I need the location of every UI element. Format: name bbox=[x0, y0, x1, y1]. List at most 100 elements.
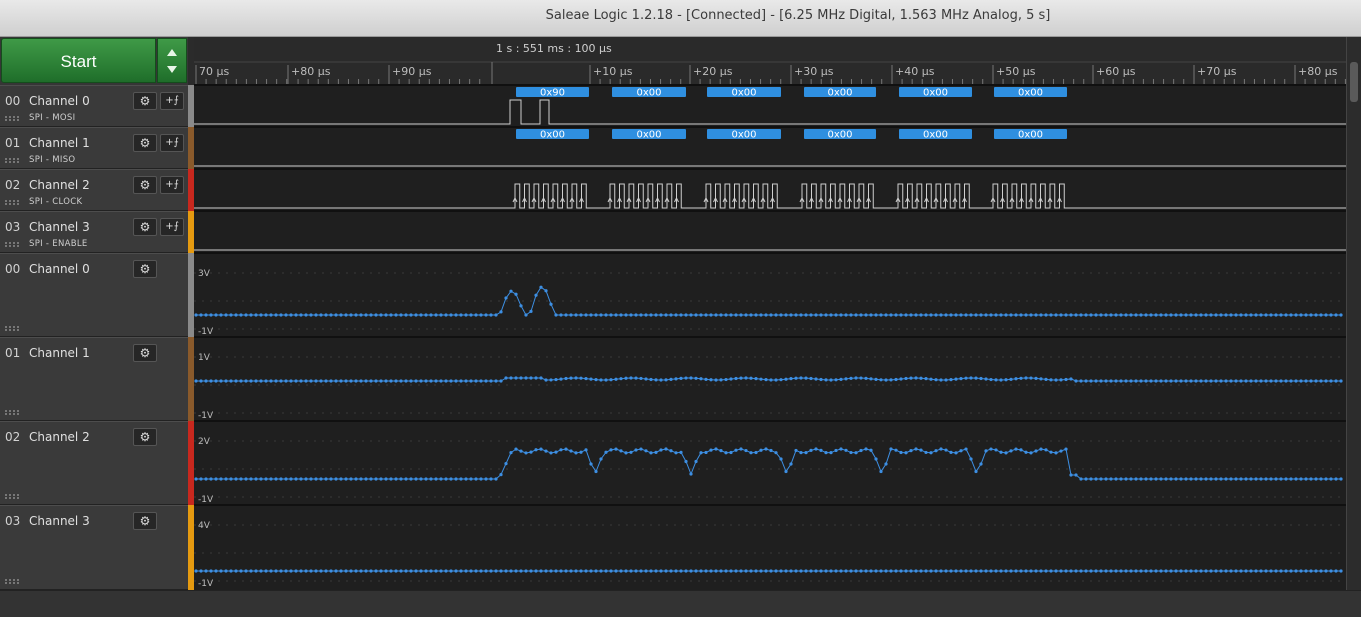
gear-icon[interactable]: ⚙ bbox=[133, 428, 157, 446]
analog-ch0-trace-sample bbox=[1009, 313, 1013, 317]
analog-ch2-trace-sample bbox=[489, 477, 493, 481]
analog-ch0-trace-sample bbox=[1049, 313, 1053, 317]
voltage-bottom-label: -1V bbox=[198, 495, 214, 505]
gear-icon[interactable]: ⚙ bbox=[133, 92, 157, 110]
analog-ch3-trace-sample bbox=[1179, 569, 1183, 573]
analog-ch0-trace-sample bbox=[224, 313, 228, 317]
trigger-icon[interactable]: +⨍ bbox=[160, 176, 184, 194]
triangle-up-icon bbox=[167, 49, 177, 56]
analog-ch1-trace-sample bbox=[554, 377, 558, 382]
gear-icon[interactable]: ⚙ bbox=[133, 176, 157, 194]
channel-name[interactable]: Channel 0 bbox=[29, 94, 90, 108]
analog-ch2-trace-sample bbox=[589, 462, 593, 466]
channel-row-analog-3[interactable]: 03 Channel 3 ⚙ bbox=[0, 505, 188, 590]
analog-ch2-trace-sample bbox=[1089, 477, 1093, 481]
channel-name[interactable]: Channel 1 bbox=[29, 136, 90, 150]
trigger-icon[interactable]: +⨍ bbox=[160, 218, 184, 236]
analog-ch1-trace-sample bbox=[719, 378, 723, 382]
trigger-icon[interactable]: +⨍ bbox=[160, 92, 184, 110]
drag-handle[interactable] bbox=[5, 579, 19, 584]
channel-row-analog-2[interactable]: 02 Channel 2 ⚙ bbox=[0, 421, 188, 505]
analog-ch2-trace-sample bbox=[234, 477, 238, 481]
channel-row-digital-3[interactable]: 03 Channel 3 SPI - ENABLE ⚙ +⨍ bbox=[0, 211, 188, 253]
channel-name[interactable]: Channel 1 bbox=[29, 346, 90, 360]
analog-ch2-trace-sample bbox=[724, 451, 728, 455]
analog-ch1-trace-sample bbox=[619, 377, 623, 381]
analog-ch1-trace-sample bbox=[599, 378, 603, 382]
analog-ch3-trace-sample bbox=[814, 569, 818, 573]
analog-ch3-trace-sample bbox=[1269, 569, 1273, 573]
channel-name[interactable]: Channel 2 bbox=[29, 430, 90, 444]
analog-ch0-trace-sample bbox=[889, 313, 893, 317]
analog-ch3-trace-sample bbox=[354, 569, 358, 573]
analog-ch0-trace-sample bbox=[744, 313, 748, 317]
drag-handle[interactable] bbox=[5, 242, 19, 247]
channel-name[interactable]: Channel 2 bbox=[29, 178, 90, 192]
analog-ch0-trace-sample bbox=[989, 313, 993, 317]
channel-row-analog-1[interactable]: 01 Channel 1 ⚙ bbox=[0, 337, 188, 421]
analog-ch0-trace-sample bbox=[1069, 313, 1073, 317]
analog-ch2-trace-sample bbox=[654, 450, 658, 454]
analog-ch0-trace-sample bbox=[1099, 313, 1103, 317]
channel-row-analog-0[interactable]: 00 Channel 0 ⚙ bbox=[0, 253, 188, 337]
analog-ch3-trace-sample bbox=[449, 569, 453, 573]
channel-row-digital-2[interactable]: 02 Channel 2 SPI - CLOCK ⚙ +⨍ bbox=[0, 169, 188, 211]
channel-row-digital-0[interactable]: 00 Channel 0 SPI - MOSI ⚙ +⨍ bbox=[0, 85, 188, 127]
analog-ch2-trace-sample bbox=[1044, 448, 1048, 452]
analog-ch1-trace-sample bbox=[324, 379, 328, 383]
analog-ch2-trace-sample bbox=[479, 477, 483, 481]
analog-ch3-trace-sample bbox=[1149, 569, 1153, 573]
gear-icon[interactable]: ⚙ bbox=[133, 134, 157, 152]
analog-ch3-trace-sample bbox=[839, 569, 843, 573]
channel-name[interactable]: Channel 3 bbox=[29, 514, 90, 528]
scrollbar-thumb[interactable] bbox=[1350, 62, 1358, 102]
analog-ch1-trace-sample bbox=[304, 379, 308, 383]
analog-ch3-trace-sample bbox=[434, 569, 438, 573]
channel-name[interactable]: Channel 0 bbox=[29, 262, 90, 276]
analog-ch3-trace-sample bbox=[654, 569, 658, 573]
analog-ch2-trace-sample bbox=[889, 447, 893, 451]
analog-ch2-trace-sample bbox=[1259, 477, 1263, 481]
analog-ch1-trace-sample bbox=[1089, 379, 1093, 383]
analog-ch1-trace-sample bbox=[1109, 379, 1113, 383]
gear-icon[interactable]: ⚙ bbox=[133, 260, 157, 278]
trigger-icon[interactable]: +⨍ bbox=[160, 134, 184, 152]
waveform-view[interactable]: 1 s : 551 ms : 100 µs 70 µs +80 µs +90 µs +… bbox=[194, 37, 1346, 590]
analog-ch2-trace-sample bbox=[764, 447, 768, 451]
analog-ch2-trace-sample bbox=[974, 469, 978, 474]
analog-ch2-trace-sample bbox=[414, 477, 418, 481]
analog-ch2-trace-sample bbox=[1249, 477, 1253, 481]
start-button[interactable]: Start bbox=[1, 38, 156, 83]
analog-ch0-trace-sample bbox=[1044, 313, 1048, 317]
analog-ch3-trace-sample bbox=[1084, 569, 1088, 573]
analog-ch0-trace-sample bbox=[664, 313, 668, 317]
gear-icon[interactable]: ⚙ bbox=[133, 344, 157, 362]
mosi-decode-bubble-label: 0x00 bbox=[827, 88, 852, 99]
analog-ch2-trace-sample bbox=[954, 451, 958, 455]
vertical-scrollbar[interactable] bbox=[1346, 37, 1361, 590]
analog-ch0-trace-sample bbox=[754, 313, 758, 317]
analog-ch2-trace-sample bbox=[1184, 477, 1188, 481]
channel-name[interactable]: Channel 3 bbox=[29, 220, 90, 234]
channel-row-digital-1[interactable]: 01 Channel 1 SPI - MISO ⚙ +⨍ bbox=[0, 127, 188, 169]
analog-ch1-trace-sample bbox=[934, 378, 938, 382]
analog-ch2-trace-sample bbox=[1139, 477, 1143, 481]
start-options-button[interactable] bbox=[157, 38, 187, 83]
analog-ch0-trace-sample bbox=[654, 313, 658, 317]
analog-ch1-trace-sample bbox=[809, 376, 813, 381]
analog-ch2-trace-sample bbox=[929, 451, 933, 455]
drag-handle[interactable] bbox=[5, 116, 19, 121]
analog-ch1-trace-sample bbox=[314, 379, 318, 383]
analog-ch3-trace-sample bbox=[259, 569, 263, 573]
analog-ch0-trace-sample bbox=[1039, 313, 1043, 317]
analog-ch2-trace-sample bbox=[374, 477, 378, 481]
gear-icon[interactable]: ⚙ bbox=[133, 512, 157, 530]
gear-icon[interactable]: ⚙ bbox=[133, 218, 157, 236]
drag-handle[interactable] bbox=[5, 494, 19, 499]
drag-handle[interactable] bbox=[5, 410, 19, 415]
drag-handle[interactable] bbox=[5, 158, 19, 163]
analog-ch1-trace-sample bbox=[839, 377, 843, 381]
analog-ch1-trace-sample bbox=[954, 377, 958, 381]
drag-handle[interactable] bbox=[5, 200, 19, 205]
drag-handle[interactable] bbox=[5, 326, 19, 331]
